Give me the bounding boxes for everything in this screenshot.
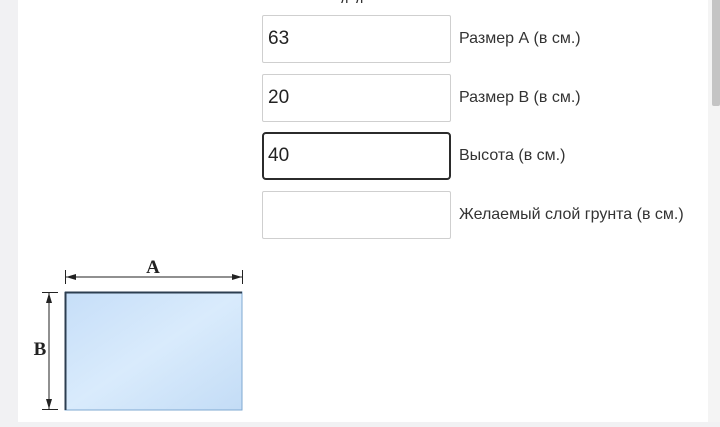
dim-b-arrow-bottom <box>46 399 52 409</box>
dimension-diagram: A B <box>28 248 258 422</box>
dim-b-arrow-top <box>46 293 52 303</box>
size-a-input[interactable] <box>262 15 451 63</box>
form-title: д д <box>340 0 365 3</box>
height-label: Высота (в см.) <box>459 147 566 164</box>
diagram-box <box>64 291 243 411</box>
size-a-label: Размер А (в см.) <box>459 30 581 47</box>
dim-a-label: A <box>146 257 160 278</box>
dim-a-arrow-left <box>66 274 76 280</box>
height-input[interactable] <box>262 132 451 180</box>
soil-layer-label: Желаемый слой грунта (в см.) <box>459 206 684 223</box>
size-b-input[interactable] <box>262 74 451 122</box>
scrollbar-thumb[interactable] <box>712 0 720 106</box>
dim-b-label: B <box>34 339 47 360</box>
size-b-label: Размер В (в см.) <box>459 89 581 106</box>
dim-a-arrow-right <box>232 274 242 280</box>
soil-layer-input[interactable] <box>262 191 451 239</box>
